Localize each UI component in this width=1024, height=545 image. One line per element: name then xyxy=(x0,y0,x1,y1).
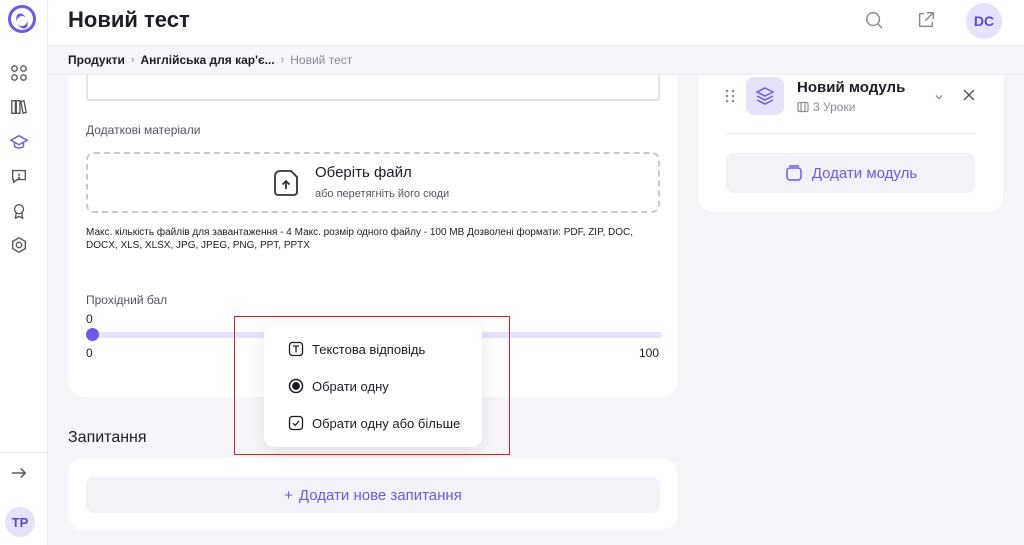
plus-icon: + xyxy=(284,486,293,504)
help-chat-icon[interactable] xyxy=(9,166,29,186)
lessons-icon xyxy=(797,101,809,113)
modules-panel: Новий модуль 3 Уроки Додати модуль xyxy=(698,75,1003,212)
highlight-box xyxy=(234,316,510,455)
library-icon[interactable] xyxy=(9,97,29,117)
close-icon[interactable] xyxy=(961,87,977,103)
arrow-right-icon[interactable] xyxy=(9,463,29,483)
panel-divider xyxy=(726,133,976,134)
chevron-right-icon: › xyxy=(130,54,135,66)
passing-score-value: 0 xyxy=(86,312,93,326)
top-header: Новий тест DC xyxy=(48,0,1024,46)
module-lessons: 3 Уроки xyxy=(797,100,855,114)
add-module-button[interactable]: Додати модуль xyxy=(726,153,975,193)
questions-title: Запитання xyxy=(68,429,147,446)
logo[interactable] xyxy=(8,5,36,33)
drag-handle-icon[interactable] xyxy=(725,89,735,103)
external-link-icon[interactable] xyxy=(915,9,937,31)
breadcrumb-item-course[interactable]: Англійська для кар'є... xyxy=(141,53,275,67)
chevron-down-icon[interactable] xyxy=(933,90,945,102)
add-question-label: Додати нове запитання xyxy=(298,486,462,504)
account-avatar[interactable]: DC xyxy=(966,3,1002,39)
file-upload-icon xyxy=(271,168,301,198)
description-field[interactable] xyxy=(86,75,660,101)
file-dropzone[interactable]: Оберіть файл або перетягніть його сюди xyxy=(86,152,660,213)
graduation-cap-icon[interactable] xyxy=(9,132,29,152)
dropzone-subtitle: або перетягніть його сюди xyxy=(315,188,450,200)
dropzone-title: Оберіть файл xyxy=(315,164,412,181)
lessons-count: 3 Уроки xyxy=(813,100,856,114)
add-question-button[interactable]: + Додати нове запитання xyxy=(86,477,660,513)
upload-limits-hint: Макс. кількість файлів для завантаження … xyxy=(86,227,634,251)
user-avatar[interactable]: TP xyxy=(5,507,35,537)
layers-icon xyxy=(746,77,784,115)
page-title: Новий тест xyxy=(68,7,190,32)
breadcrumb-item-current: Новий тест xyxy=(290,53,353,67)
breadcrumb-item-products[interactable]: Продукти xyxy=(68,53,125,67)
module-stack-icon xyxy=(786,165,802,181)
slider-max-label: 100 xyxy=(639,346,660,360)
settings-icon[interactable] xyxy=(9,235,29,255)
slider-min-label: 0 xyxy=(86,346,93,360)
grid-icon[interactable] xyxy=(9,63,29,83)
chevron-right-icon: › xyxy=(280,54,285,66)
module-title[interactable]: Новий модуль xyxy=(797,79,905,96)
search-icon[interactable] xyxy=(863,9,885,31)
questions-card: + Додати нове запитання xyxy=(68,458,678,530)
sidebar: TP xyxy=(0,0,48,545)
breadcrumb: Продукти › Англійська для кар'є... › Нов… xyxy=(68,53,352,67)
slider-thumb[interactable] xyxy=(86,328,99,341)
sidebar-divider xyxy=(0,452,48,453)
add-module-label: Додати модуль xyxy=(811,164,918,182)
materials-label: Додаткові матеріали xyxy=(86,123,201,137)
passing-score-label: Прохідний бал xyxy=(86,293,168,307)
award-icon[interactable] xyxy=(9,201,29,221)
